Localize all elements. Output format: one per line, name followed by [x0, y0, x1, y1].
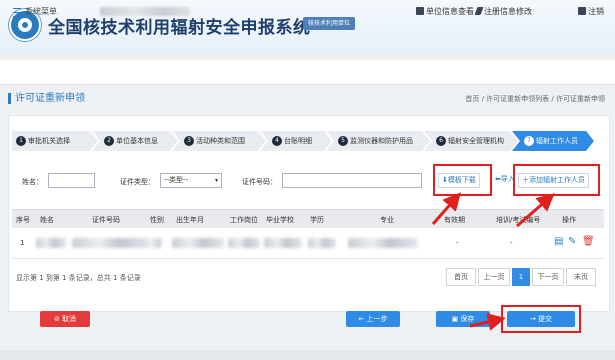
arrow-to-add-worker [516, 193, 555, 228]
arrow-to-submit [469, 313, 506, 331]
arrow-to-template [431, 192, 461, 225]
footer [0, 350, 615, 360]
annotation-arrows [431, 192, 555, 331]
